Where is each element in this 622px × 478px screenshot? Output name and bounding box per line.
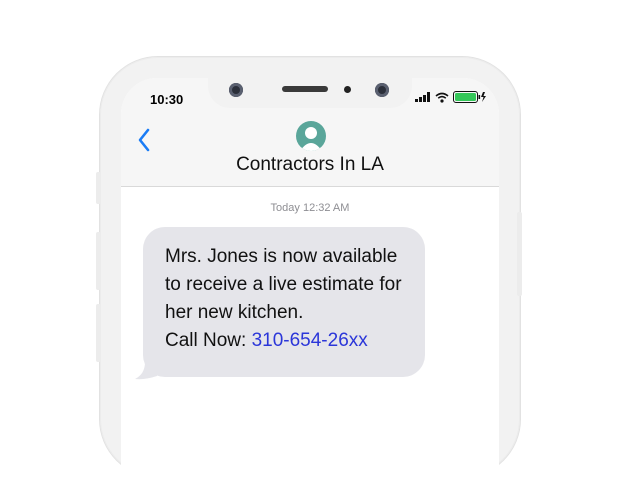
side-button-left-3 xyxy=(96,304,101,362)
phone-number-link[interactable]: 310-654-26xx xyxy=(252,330,368,351)
back-chevron-icon[interactable] xyxy=(137,128,151,156)
notch xyxy=(208,78,412,108)
call-line: Call Now: 310-654-26xx xyxy=(165,327,402,355)
message-text: Mrs. Jones is now available to receive a… xyxy=(165,243,402,355)
status-time: 10:30 xyxy=(150,92,184,107)
message-bubble[interactable]: Mrs. Jones is now available to receive a… xyxy=(143,227,425,377)
side-button-left-1 xyxy=(96,172,101,204)
speaker-grille xyxy=(282,86,328,92)
proximity-sensor xyxy=(344,86,351,93)
conversation-header: 10:30 Contractors In LA xyxy=(121,78,499,187)
signal-icon xyxy=(415,92,430,102)
side-button-left-2 xyxy=(96,232,101,290)
message-line-1: Mrs. Jones is now available xyxy=(165,246,398,267)
call-prefix: Call Now: xyxy=(165,330,252,351)
front-camera-icon xyxy=(229,83,243,97)
face-sensor-icon xyxy=(375,83,389,97)
status-icons xyxy=(415,91,487,103)
contact-name[interactable]: Contractors In LA xyxy=(121,154,499,176)
contact-avatar[interactable] xyxy=(296,121,326,151)
wifi-icon xyxy=(435,92,449,103)
message-line-2: to receive a live estimate for xyxy=(165,274,402,295)
side-button-right xyxy=(517,212,522,296)
message-timestamp: Today 12:32 AM xyxy=(270,202,350,214)
battery-icon xyxy=(453,91,486,103)
phone-screen: 10:30 Contractors In LA Today 12:32 AM M… xyxy=(121,78,499,478)
message-line-3: her new kitchen. xyxy=(165,302,304,323)
person-icon xyxy=(300,127,322,151)
